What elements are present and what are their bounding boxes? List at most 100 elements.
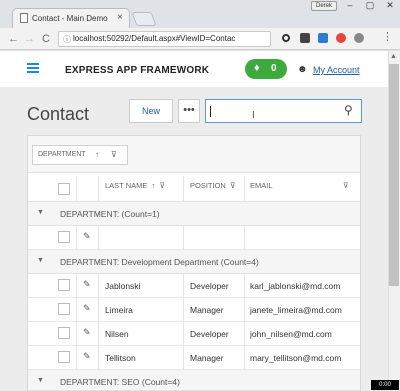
table-row[interactable]: ✎ Tellitson Manager mary_tellitson@md.co…	[28, 346, 360, 370]
maximize-button[interactable]: ▢	[360, 0, 380, 12]
table-row[interactable]: ✎ Limeira Manager janete_limeira@md.com	[28, 298, 360, 322]
cell-email: mary_tellitson@md.com	[250, 353, 342, 363]
filter-icon[interactable]: ⊽	[111, 146, 117, 164]
group-row[interactable]: ▼ DEPARTMENT: SEO (Count=4)	[28, 370, 360, 391]
column-divider	[76, 274, 77, 298]
column-divider	[98, 274, 99, 298]
hamburger-menu-icon[interactable]	[27, 63, 39, 73]
filter-icon[interactable]: ⊽	[343, 181, 349, 190]
filter-icon: ⊽	[159, 181, 165, 190]
cell-last-name: Nilsen	[105, 329, 129, 339]
more-actions-button[interactable]: •••	[178, 99, 200, 123]
extension-blue-icon[interactable]	[318, 33, 328, 43]
back-icon[interactable]: ←	[8, 32, 19, 46]
address-toolbar: ← → C ⓘ localhost:50292/Default.aspx#Vie…	[0, 28, 400, 50]
url-text: localhost:50292/Default.aspx#ViewID=Cont…	[73, 34, 236, 43]
column-divider	[98, 298, 99, 322]
edit-pencil-icon[interactable]: ✎	[83, 279, 91, 290]
forward-icon[interactable]: →	[24, 32, 35, 46]
page-title: Contact	[27, 104, 90, 124]
column-header-position[interactable]: POSITION ⊽	[190, 181, 236, 190]
group-label: DEPARTMENT: (Count=1)	[60, 209, 160, 219]
user-avatar-icon: ☻	[297, 64, 308, 75]
column-divider	[244, 226, 245, 250]
text-caret	[210, 106, 211, 117]
group-by-department-tag[interactable]: DEPARTMENT ↑ ⊽	[32, 145, 128, 165]
cell-last-name: Tellitson	[105, 353, 136, 363]
collapse-icon[interactable]: ▼	[37, 209, 44, 216]
column-divider	[244, 176, 245, 202]
search-icon[interactable]: ⚲	[344, 103, 353, 117]
column-divider	[183, 176, 184, 202]
cell-last-name: Jablonski	[105, 281, 141, 291]
column-divider	[76, 346, 77, 370]
group-row[interactable]: ▼ DEPARTMENT: Development Department (Co…	[28, 250, 360, 274]
select-all-checkbox[interactable]	[58, 183, 70, 195]
cell-email: janete_limeira@md.com	[250, 305, 342, 315]
extension-icon[interactable]	[300, 33, 310, 43]
row-checkbox[interactable]	[58, 327, 70, 339]
menu-kebab-icon[interactable]: ⋮	[382, 30, 393, 44]
row-checkbox[interactable]	[58, 231, 70, 243]
close-window-button[interactable]: ✕	[380, 0, 400, 12]
group-label: DEPARTMENT: Development Department (Coun…	[60, 257, 259, 267]
group-label: DEPARTMENT: SEO (Count=4)	[60, 377, 180, 387]
edit-pencil-icon[interactable]: ✎	[83, 303, 91, 314]
cell-position: Manager	[190, 305, 224, 315]
group-field-label: DEPARTMENT	[38, 151, 86, 158]
table-row[interactable]: ✎	[28, 226, 360, 250]
close-tab-icon[interactable]: ×	[117, 12, 123, 23]
page-icon	[20, 13, 28, 23]
edit-pencil-icon[interactable]: ✎	[83, 351, 91, 362]
cell-position: Developer	[190, 329, 229, 339]
column-divider	[244, 298, 245, 322]
info-icon: ⓘ	[63, 35, 71, 44]
column-header-email[interactable]: EMAIL	[250, 181, 273, 190]
extension-gray-icon[interactable]	[354, 33, 364, 43]
cell-email: karl_jablonski@md.com	[250, 281, 341, 291]
sort-ascending-icon[interactable]: ↑	[95, 146, 99, 164]
row-checkbox[interactable]	[58, 351, 70, 363]
column-divider	[98, 176, 99, 202]
row-checkbox[interactable]	[58, 303, 70, 315]
table-row[interactable]: ✎ Jablonski Developer karl_jablonski@md.…	[28, 274, 360, 298]
edit-pencil-icon[interactable]: ✎	[83, 327, 91, 338]
address-bar[interactable]: ⓘ localhost:50292/Default.aspx#ViewID=Co…	[58, 31, 328, 47]
minimize-button[interactable]: –	[340, 0, 360, 12]
extension-chrome-icon[interactable]	[336, 33, 346, 43]
column-header-last-name[interactable]: LAST NAME ↑ ⊽	[105, 181, 165, 190]
column-divider	[244, 274, 245, 298]
group-row[interactable]: ▼ DEPARTMENT: (Count=1)	[28, 202, 360, 226]
filter-icon: ⊽	[230, 181, 236, 190]
collapse-icon[interactable]: ▼	[37, 257, 44, 264]
new-button[interactable]: New	[129, 99, 173, 123]
row-checkbox[interactable]	[58, 279, 70, 291]
profile-button[interactable]: Derek	[311, 1, 337, 11]
sort-ascending-icon: ↑	[151, 181, 156, 190]
column-divider	[183, 346, 184, 370]
edit-pencil-icon[interactable]: ✎	[83, 231, 91, 242]
column-divider	[183, 322, 184, 346]
cell-position: Developer	[190, 281, 229, 291]
column-divider	[244, 322, 245, 346]
search-input[interactable]: ⚲	[205, 99, 362, 123]
scroll-up-icon[interactable]: ▲	[390, 53, 397, 60]
column-divider	[76, 176, 77, 202]
cell-email: john_nilsen@md.com	[250, 329, 332, 339]
column-divider	[76, 298, 77, 322]
cell-position: Manager	[190, 353, 224, 363]
column-divider	[98, 322, 99, 346]
column-divider	[98, 226, 99, 250]
cell-last-name: Limeira	[105, 305, 133, 315]
search-extension-icon[interactable]	[282, 34, 290, 42]
my-account-link[interactable]: My Account	[313, 65, 360, 75]
reload-icon[interactable]: C	[42, 32, 50, 46]
app-brand: EXPRESS APP FRAMEWORK	[65, 65, 210, 76]
browser-tab[interactable]: Contact - Main Demo ×	[12, 8, 130, 28]
column-divider	[98, 346, 99, 370]
notifications-button[interactable]: ♦ 0	[245, 59, 287, 79]
scrollbar-thumb[interactable]	[389, 64, 399, 286]
collapse-icon[interactable]: ▼	[37, 377, 44, 384]
column-divider	[244, 346, 245, 370]
table-row[interactable]: ✎ Nilsen Developer john_nilsen@md.com	[28, 322, 360, 346]
